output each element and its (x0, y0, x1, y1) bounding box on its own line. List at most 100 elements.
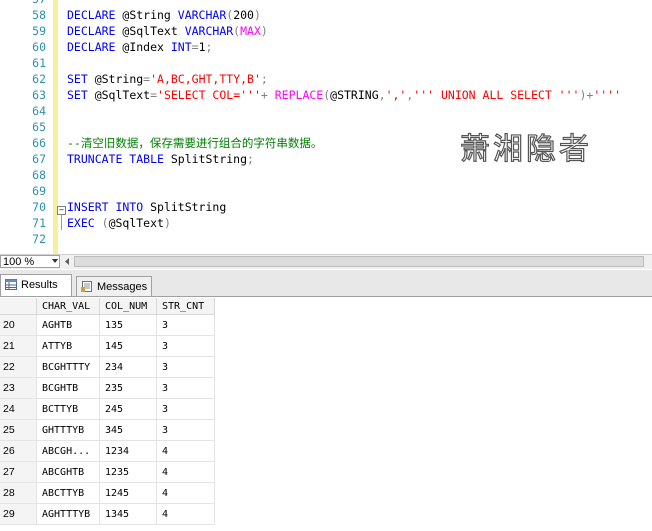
code-token: ',' (385, 88, 407, 102)
table-cell[interactable]: 3 (157, 420, 215, 441)
table-cell[interactable]: 145 (100, 336, 157, 357)
scrollbar-thumb[interactable] (74, 256, 644, 267)
line-number: 66 (32, 136, 46, 150)
results-grid[interactable]: CHAR_VAL COL_NUM STR_CNT 20 AGHTB 135 3 21 AT… (0, 298, 652, 531)
code-token: = (150, 88, 158, 102)
code-line[interactable]: 60 DECLARE @Index INT=1; (0, 39, 652, 55)
code-token: , (378, 88, 386, 102)
code-token: 'A,BC,GHT,TTY,B' (150, 72, 261, 86)
code-token: ( (101, 216, 109, 230)
tab-messages[interactable]: Messages (76, 276, 152, 296)
scroll-left-arrow-icon[interactable] (62, 256, 72, 267)
line-number: 72 (32, 232, 46, 246)
code-token: 200 (233, 8, 254, 22)
table-cell[interactable]: 4 (157, 483, 215, 504)
table-cell[interactable]: 3 (157, 399, 215, 420)
code-line[interactable]: 71 EXEC (@SqlText) (0, 215, 652, 231)
line-number: 59 (32, 24, 46, 38)
code-text: --清空旧数据，保存需要进行组合的字符串数据。 (67, 135, 322, 151)
code-line[interactable]: 59 DECLARE @SqlText VARCHAR(MAX) (0, 23, 652, 39)
table-cell[interactable]: ABCGHTB (37, 462, 100, 483)
line-number: 61 (32, 56, 46, 70)
row-number[interactable]: 27 (0, 462, 37, 483)
code-line[interactable]: 70 INSERT INTO SplitString (0, 199, 652, 215)
row-number[interactable]: 25 (0, 420, 37, 441)
row-number[interactable]: 29 (0, 504, 37, 525)
code-text: TRUNCATE TABLE SplitString; (67, 151, 254, 167)
watermark: 萧湘隐者 (459, 131, 592, 167)
code-token: @STRING (330, 88, 379, 102)
code-line[interactable]: 58 DECLARE @String VARCHAR(200) (0, 7, 652, 23)
code-token: ) (163, 216, 171, 230)
table-cell[interactable]: GHTTTYB (37, 420, 100, 441)
column-header[interactable]: COL_NUM (100, 298, 157, 315)
row-number[interactable]: 20 (0, 315, 37, 336)
code-token: @String (122, 8, 178, 22)
code-line[interactable]: 72 (0, 231, 652, 247)
table-cell[interactable]: 3 (157, 357, 215, 378)
code-token: DECLARE (67, 8, 123, 22)
table-cell[interactable]: 3 (157, 378, 215, 399)
table-cell[interactable]: 1245 (100, 483, 157, 504)
line-number: 62 (32, 72, 46, 86)
line-number: 69 (32, 184, 46, 198)
table-cell[interactable]: 4 (157, 462, 215, 483)
code-text: EXEC (@SqlText) (67, 215, 171, 231)
table-cell[interactable]: 3 (157, 336, 215, 357)
column-header[interactable]: STR_CNT (157, 298, 215, 315)
table-cell[interactable]: 135 (100, 315, 157, 336)
code-token: MAX (240, 24, 261, 38)
row-number[interactable]: 28 (0, 483, 37, 504)
table-cell[interactable]: 4 (157, 441, 215, 462)
editor-horizontal-scrollbar[interactable]: 100 % (0, 254, 652, 269)
table-cell[interactable]: ABCGH... (37, 441, 100, 462)
row-number[interactable]: 22 (0, 357, 37, 378)
code-line[interactable]: 69 (0, 183, 652, 199)
code-token: VARCHAR (184, 24, 234, 38)
table-cell[interactable]: AGHTB (37, 315, 100, 336)
code-token: SET (67, 88, 95, 102)
table-cell[interactable]: ABCTTYB (37, 483, 100, 504)
zoom-value: 100 % (3, 256, 35, 268)
table-cell[interactable]: 245 (100, 399, 157, 420)
table-cell[interactable]: 4 (157, 504, 215, 525)
code-token: @SqlText (122, 24, 185, 38)
code-token: DECLARE (67, 40, 123, 54)
code-token: INSERT INTO (67, 200, 151, 214)
table-cell[interactable]: 345 (100, 420, 157, 441)
code-line[interactable]: 64 (0, 103, 652, 119)
zoom-dropdown[interactable]: 100 % (0, 255, 60, 268)
table-cell[interactable]: BCGHTTTY (37, 357, 100, 378)
code-text: DECLARE @String VARCHAR(200) (67, 7, 261, 23)
table-cell[interactable]: BCGHTB (37, 378, 100, 399)
code-line[interactable]: 62 SET @String='A,BC,GHT,TTY,B'; (0, 71, 652, 87)
line-number: 60 (32, 40, 46, 54)
code-editor[interactable]: − 5758DECLARE @String VARCHAR(200)59DECL… (0, 0, 652, 254)
line-number: 71 (32, 216, 46, 230)
line-number: 68 (32, 168, 46, 182)
table-cell[interactable]: 234 (100, 357, 157, 378)
code-token: @String (94, 72, 144, 86)
column-header[interactable]: CHAR_VAL (37, 298, 100, 315)
table-cell[interactable]: 235 (100, 378, 157, 399)
table-cell[interactable]: 1235 (100, 462, 157, 483)
code-line[interactable]: 68 (0, 167, 652, 183)
row-number[interactable]: 24 (0, 399, 37, 420)
code-token: )+ (579, 88, 594, 102)
table-cell[interactable]: BCTTYB (37, 399, 100, 420)
tab-results[interactable]: Results (0, 274, 72, 296)
code-line[interactable]: 63 SET @SqlText='SELECT COL='''+ REPLACE(… (0, 87, 652, 103)
row-number-header[interactable] (0, 298, 37, 315)
row-number[interactable]: 21 (0, 336, 37, 357)
code-line[interactable]: 57 (0, 0, 652, 7)
row-number[interactable]: 26 (0, 441, 37, 462)
code-text: SET @String='A,BC,GHT,TTY,B'; (67, 71, 268, 87)
table-cell[interactable]: AGHTTTYB (37, 504, 100, 525)
table-cell[interactable]: 1345 (100, 504, 157, 525)
table-cell[interactable]: ATTYB (37, 336, 100, 357)
row-number[interactable]: 23 (0, 378, 37, 399)
code-line[interactable]: 61 (0, 55, 652, 71)
table-cell[interactable]: 1234 (100, 441, 157, 462)
line-number: 70 (32, 200, 46, 214)
table-cell[interactable]: 3 (157, 315, 215, 336)
